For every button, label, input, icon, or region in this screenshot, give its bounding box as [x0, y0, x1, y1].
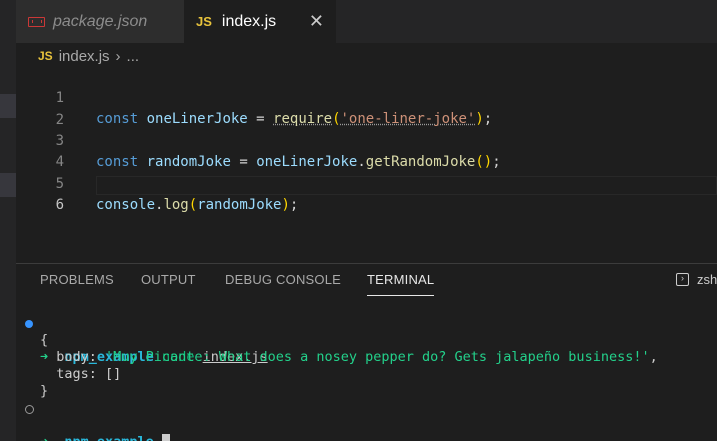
tab-problems[interactable]: PROBLEMS	[40, 264, 114, 296]
editor-tab-bar: package.json JS index.js ✕	[16, 0, 717, 43]
terminal-line: tags: []	[40, 366, 122, 382]
prompt-arrow-icon: ➜	[40, 434, 48, 441]
command-success-dot-icon	[25, 320, 33, 328]
terminal-line: ➜ npm_example node index.js	[16, 315, 268, 365]
gutter-indicator	[0, 173, 16, 197]
terminal-shell-selector[interactable]: › zsh	[676, 272, 717, 287]
terminal-line: {	[40, 332, 49, 348]
terminal-cursor	[161, 434, 170, 441]
paren: (	[188, 197, 198, 213]
activity-gutter	[0, 0, 16, 441]
json-comma: ,	[649, 349, 658, 365]
code-line-5: 5 console.log(randomJoke);	[16, 153, 717, 213]
identifier: randomJoke	[197, 197, 282, 213]
code-line-6: 6	[16, 174, 717, 213]
panel-tab-bar: PROBLEMS OUTPUT DEBUG CONSOLE TERMINAL ›…	[16, 264, 717, 296]
code-line-2: 2	[16, 89, 717, 128]
paren: )	[281, 197, 290, 213]
js-file-icon: JS	[38, 49, 53, 63]
code-text: console.log(randomJoke);	[96, 195, 298, 216]
shell-name: zsh	[697, 272, 717, 287]
tab-debug-console[interactable]: DEBUG CONSOLE	[225, 264, 341, 296]
code-line-4: 4	[16, 131, 717, 170]
bottom-panel: PROBLEMS OUTPUT DEBUG CONSOLE TERMINAL ›…	[16, 263, 717, 441]
breadcrumb: JS index.js › ...	[38, 45, 139, 67]
gutter-indicator	[0, 94, 16, 118]
code-editor[interactable]: 1 const oneLinerJoke = require('one-line…	[16, 66, 717, 262]
line-number: 6	[55, 197, 64, 213]
breadcrumb-more[interactable]: ...	[127, 48, 140, 65]
identifier: console	[96, 197, 156, 213]
semicolon: ;	[289, 197, 299, 213]
tab-index-js[interactable]: JS index.js ✕	[184, 0, 336, 43]
prompt-dir: npm_example	[64, 434, 153, 441]
close-icon[interactable]: ✕	[309, 11, 324, 32]
command-pending-dot-icon	[25, 405, 34, 414]
function-name: log	[163, 197, 189, 213]
terminal-line: ➜ npm_example	[16, 400, 170, 441]
terminal-icon: ›	[676, 273, 689, 286]
terminal-line: body: 'Muy Picante: What does a nosey pe…	[40, 349, 658, 366]
tab-package-json[interactable]: package.json	[16, 0, 184, 43]
json-key: body:	[40, 349, 106, 365]
chevron-right-icon: ›	[115, 47, 121, 65]
tab-label: index.js	[221, 12, 277, 30]
js-file-icon: JS	[196, 14, 212, 29]
terminal-line: }	[40, 383, 49, 399]
tab-label: package.json	[53, 12, 148, 30]
breadcrumb-file[interactable]: index.js	[59, 48, 110, 65]
prompt: ➜ npm_example	[40, 434, 170, 441]
npm-icon	[28, 16, 45, 27]
tab-output[interactable]: OUTPUT	[141, 264, 196, 296]
json-string: 'Muy Picante: What does a nosey pepper d…	[105, 349, 650, 365]
tab-terminal[interactable]: TERMINAL	[367, 264, 435, 296]
code-line-3: 3 const randomJoke = oneLinerJoke.getRan…	[16, 110, 717, 170]
code-line-1: 1 const oneLinerJoke = require('one-line…	[16, 67, 717, 127]
